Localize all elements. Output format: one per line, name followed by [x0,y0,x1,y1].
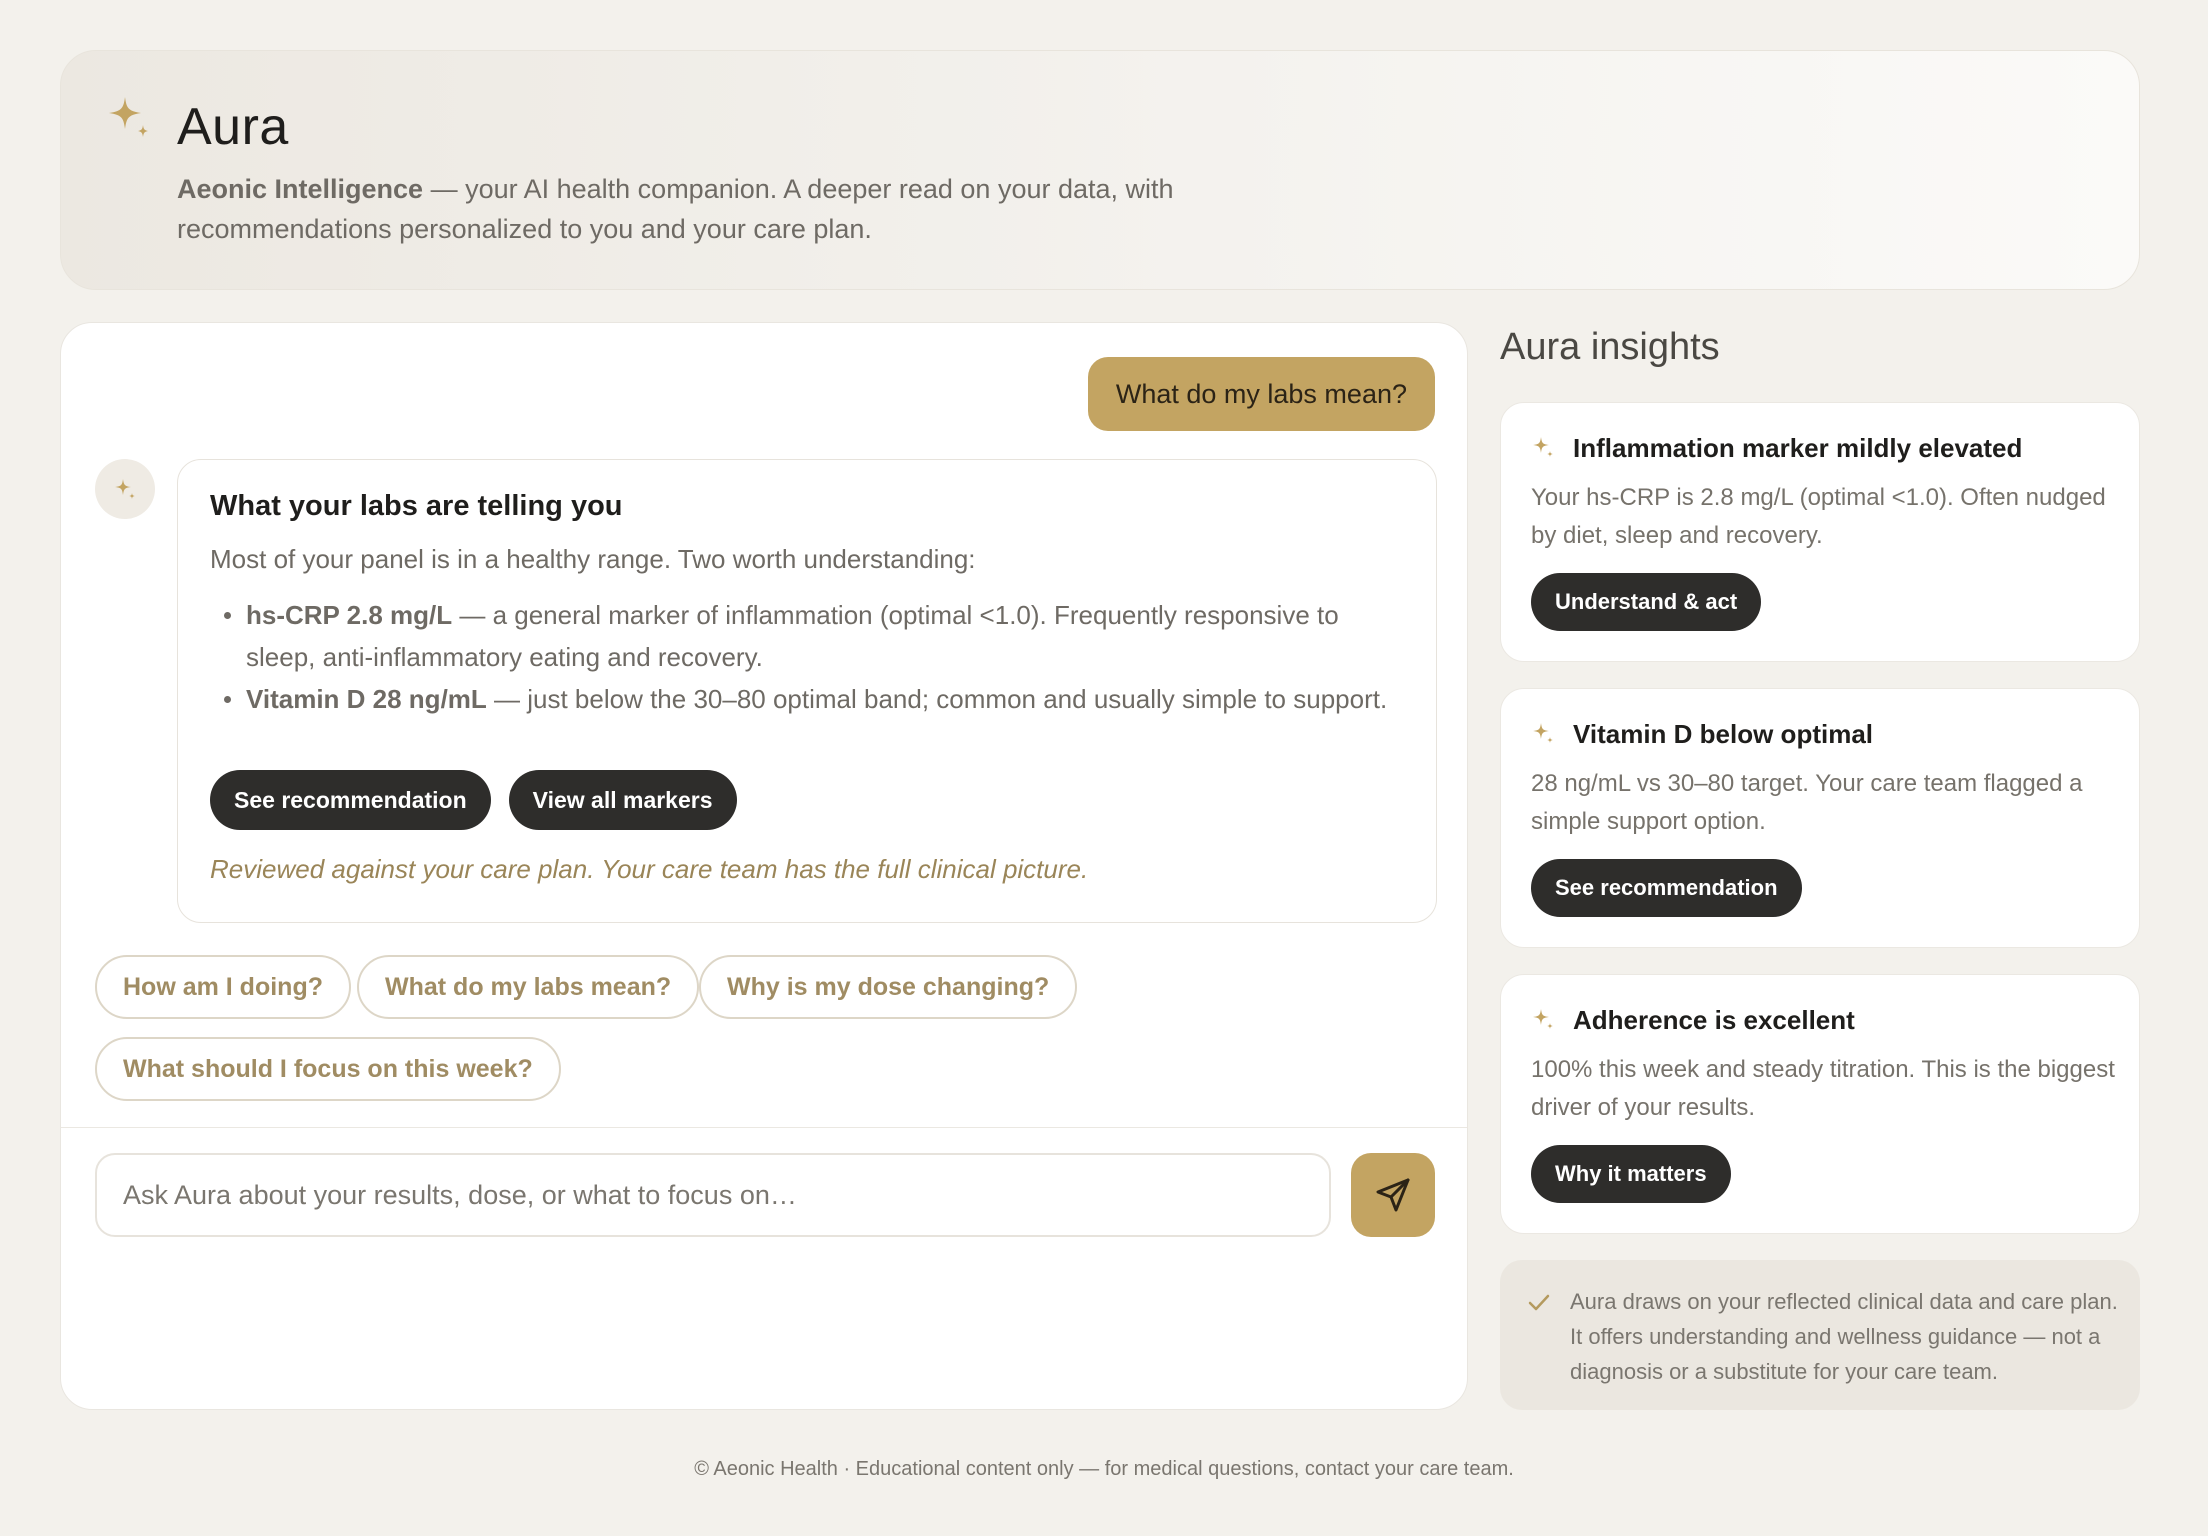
reply-actions: See recommendation View all markers [210,770,737,830]
why-it-matters-button[interactable]: Why it matters [1531,1145,1731,1203]
sparkle-icon [1533,723,1553,743]
insight-text: 28 ng/mL vs 30–80 target. Your care team… [1531,770,2083,835]
insight-card: Vitamin D below optimal 28 ng/mL vs 30–8… [1500,688,2140,948]
reply-note: Reviewed against your care plan. Your ca… [210,854,1089,884]
sparkle-icon [115,479,135,499]
chat-input[interactable] [95,1153,1331,1237]
see-recommendation-button[interactable]: See recommendation [1531,859,1802,917]
marker-label: Vitamin D 28 ng/mL [246,684,487,714]
see-recommendation-button[interactable]: See recommendation [210,770,491,830]
page-title: Aura [177,98,289,156]
footer: © Aeonic Health · Educational content on… [694,1458,1514,1480]
aura-header: Aura Aeonic Intelligence — your AI healt… [60,50,2140,290]
disclaimer-box: Aura draws on your reflected clinical da… [1500,1260,2140,1410]
send-button[interactable] [1351,1153,1435,1237]
aura-avatar [95,459,155,519]
reply-title: What your labs are telling you [210,490,623,522]
sparkle-icon [1533,437,1553,457]
brand-name: Aeonic Intelligence [177,174,424,204]
check-icon [1528,1294,1550,1311]
aura-reply-card: What your labs are telling you Most of y… [177,459,1437,923]
list-item: hs-CRP 2.8 mg/L — a general marker of in… [210,594,1410,678]
insight-card: Inflammation marker mildly elevated Your… [1500,402,2140,662]
insights-heading: Aura insights [1500,326,1720,368]
disclaimer-text: Aura draws on your reflected clinical da… [1570,1289,2118,1384]
list-item: Vitamin D 28 ng/mL — just below the 30–8… [210,678,1410,720]
reply-intro: Most of your panel is in a healthy range… [210,544,976,574]
insight-title: Vitamin D below optimal [1573,719,1874,749]
insight-card: Adherence is excellent 100% this week an… [1500,974,2140,1234]
insight-title: Adherence is excellent [1573,1005,1855,1035]
suggestion-chip-dose[interactable]: Why is my dose changing? [699,955,1078,1019]
sparkle-icon [1533,1009,1553,1029]
chat-panel: What do my labs mean? What your labs are… [60,322,1468,1410]
insight-text: 100% this week and steady titration. Thi… [1531,1056,2115,1121]
view-all-markers-button[interactable]: View all markers [508,770,737,830]
send-icon [1376,1178,1410,1212]
suggestion-chip-labs[interactable]: What do my labs mean? [357,955,700,1019]
divider [61,1127,1467,1128]
page-description: Aeonic Intelligence — your AI health com… [177,169,1257,249]
sparkle-icon [109,97,148,137]
user-message: What do my labs mean? [1087,357,1435,431]
suggestion-chip-how-am-i-doing[interactable]: How am I doing? [95,955,351,1019]
insight-title: Inflammation marker mildly elevated [1573,433,2023,463]
suggestion-chip-focus[interactable]: What should I focus on this week? [95,1037,561,1101]
marker-text: — just below the 30–80 optimal band; com… [486,684,1388,714]
marker-label: hs-CRP 2.8 mg/L [246,600,453,630]
lab-marker-list: hs-CRP 2.8 mg/L — a general marker of in… [210,594,1410,720]
understand-act-button[interactable]: Understand & act [1531,573,1762,631]
insight-text: Your hs-CRP is 2.8 mg/L (optimal <1.0). … [1531,484,2106,549]
